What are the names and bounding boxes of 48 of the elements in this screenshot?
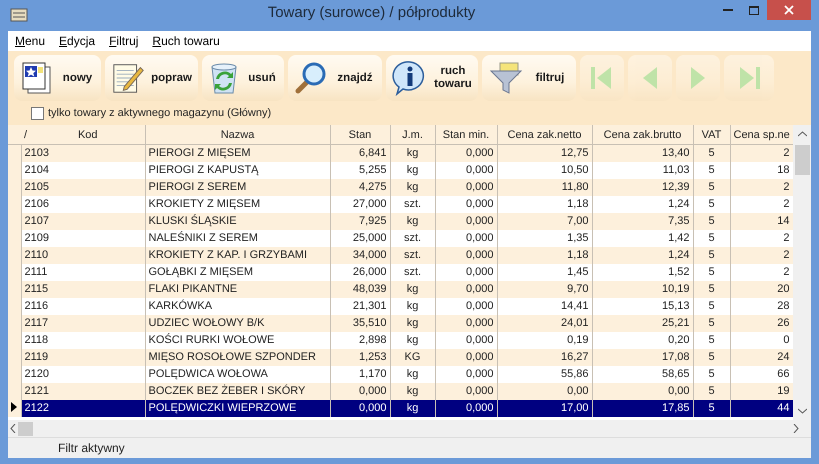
menu-item[interactable]: Edycja [59,34,96,48]
status-text: Filtr aktywny [58,441,125,455]
scroll-right-icon [793,424,799,433]
toolbar-button[interactable]: nowy [14,55,101,101]
table-cell: 0,000 [330,400,390,416]
scroll-thumb[interactable] [18,422,33,436]
app-icon [10,8,28,22]
column-header[interactable]: Cena sp.ne [730,125,793,144]
toolbar-button[interactable]: filtruj [482,55,576,101]
maximize-icon [749,6,759,14]
table-cell: 2122 [21,400,145,416]
close-button[interactable] [767,0,811,20]
menu-item[interactable]: Menu [15,34,46,48]
column-header[interactable]: / Kod [21,125,145,144]
column-header[interactable]: Cena zak.brutto [592,125,693,144]
table-cell: 17,00 [497,400,592,416]
table-cell: 0,000 [435,400,497,416]
horizontal-scrollbar[interactable] [8,420,811,438]
table-cell: 17,85 [592,400,693,416]
column-header[interactable]: Stan min. [435,125,497,144]
column-header[interactable]: VAT [693,125,730,144]
checkbox-label: tylko towary z aktywnego magazynu (Główny) [48,107,272,119]
scroll-down-icon [798,408,806,414]
vertical-scrollbar[interactable] [793,125,811,420]
column-header[interactable]: Stan [330,125,390,144]
table-cell: 5 [693,400,730,416]
table-cell: kg [390,400,435,416]
column-header[interactable]: Nazwa [145,125,330,144]
row-pointer-icon [11,402,18,412]
checkbox[interactable] [31,106,44,120]
scroll-left-icon [10,424,16,433]
magnifier-icon [294,61,328,95]
toolbar-button[interactable]: popraw [105,55,198,101]
funnel-icon [488,61,524,95]
menu-item[interactable]: Filtruj [109,34,138,48]
close-icon [784,5,794,15]
column-header[interactable]: Cena zak.netto [497,125,592,144]
window-title: Towary (surowce) / półprodukty [266,3,476,23]
toolbar-button[interactable]: znajdź [288,55,382,101]
column-header[interactable]: J.m. [390,125,435,144]
minimize-icon [723,8,733,12]
toolbar-button[interactable]: ruch towaru [386,55,478,101]
scroll-up-icon [798,131,806,137]
toolbar-button[interactable]: usuń [202,55,284,101]
sort-mark: / [24,128,28,140]
menu-item[interactable]: Ruch towaru [152,34,220,48]
scroll-thumb[interactable] [794,145,810,175]
table-cell: POLĘDWICZKI WIEPRZOWE [145,400,330,416]
